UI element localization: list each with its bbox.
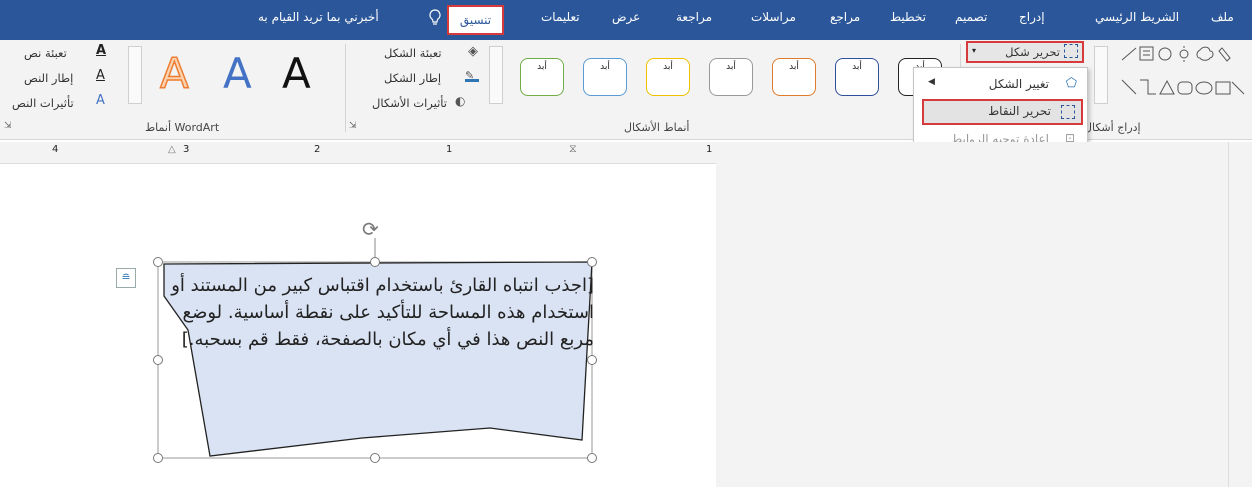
wordart-style-blue[interactable]: A bbox=[223, 50, 252, 98]
tab-review[interactable]: مراجعة bbox=[676, 10, 712, 24]
group-label-shape-styles: أنماط الأشكال bbox=[624, 121, 690, 134]
shape-style-7[interactable]: أبد bbox=[520, 58, 564, 96]
wordart-style-black[interactable]: A bbox=[282, 50, 311, 98]
tab-references[interactable]: مراجع bbox=[830, 10, 860, 24]
rotate-handle-icon[interactable]: ⟳ bbox=[362, 217, 379, 241]
resize-handle[interactable] bbox=[587, 355, 597, 365]
group-label-insert-shapes: إدراج أشكال bbox=[1084, 121, 1141, 134]
vertical-ruler[interactable] bbox=[1228, 142, 1252, 487]
shape-fill-button[interactable]: تعبئة الشكل bbox=[384, 46, 442, 60]
ruler-number: 1 bbox=[706, 144, 713, 155]
wordart-gallery-scroll[interactable] bbox=[128, 46, 142, 104]
tab-insert[interactable]: إدراج bbox=[1019, 10, 1045, 24]
chevron-down-icon: ▾ bbox=[972, 46, 977, 55]
change-shape-icon: ⬠ bbox=[1065, 76, 1077, 91]
dialog-launcher-icon[interactable]: ⇲ bbox=[4, 121, 12, 131]
menu-change-shape[interactable]: ◀ تغيير الشكل ⬠ bbox=[914, 72, 1087, 98]
edit-shape-label: تحرير شكل bbox=[1005, 45, 1060, 59]
tab-design[interactable]: تصميم bbox=[955, 10, 987, 24]
text-effects-icon: A bbox=[96, 93, 105, 108]
effects-icon: ◐ bbox=[455, 94, 466, 108]
tab-home[interactable]: الشريط الرئيسي bbox=[1095, 10, 1179, 24]
ruler-number: 4 bbox=[52, 144, 59, 155]
indent-marker[interactable]: ⧖ bbox=[569, 142, 577, 156]
menu-change-shape-label: تغيير الشكل bbox=[988, 77, 1049, 91]
resize-handle[interactable] bbox=[370, 453, 380, 463]
layout-options-icon[interactable]: ≘ bbox=[116, 268, 136, 288]
tab-format[interactable]: تنسيق bbox=[447, 5, 504, 35]
resize-handle[interactable] bbox=[153, 257, 163, 267]
lightbulb-icon bbox=[429, 9, 441, 25]
shape-effects-button[interactable]: تأثيرات الأشكال bbox=[372, 96, 447, 110]
shapes-gallery-scroll[interactable] bbox=[1094, 46, 1108, 104]
text-outline-button[interactable]: إطار النص bbox=[24, 71, 73, 85]
edit-shape-button[interactable]: تحرير شكل ▾ bbox=[966, 41, 1084, 63]
resize-handle[interactable] bbox=[153, 355, 163, 365]
shape-style-2[interactable]: أبد bbox=[835, 58, 879, 96]
shapes-gallery[interactable] bbox=[1118, 44, 1246, 110]
indent-marker[interactable]: △ bbox=[168, 144, 176, 155]
shape-style-4[interactable]: أبد bbox=[709, 58, 753, 96]
shape-outline-button[interactable]: إطار الشكل bbox=[384, 71, 441, 85]
shape-styles-gallery-scroll[interactable] bbox=[489, 46, 503, 104]
group-divider bbox=[345, 44, 346, 132]
ruler-number: 3 bbox=[183, 144, 190, 155]
edit-points-icon bbox=[1061, 105, 1075, 119]
text-fill-button[interactable]: تعبئة نص bbox=[24, 46, 67, 60]
text-fill-icon: A bbox=[96, 43, 107, 58]
ribbon-tab-bar: ملف الشريط الرئيسي إدراج تصميم تخطيط مرا… bbox=[0, 0, 1252, 40]
resize-handle[interactable] bbox=[370, 257, 380, 267]
resize-handle[interactable] bbox=[153, 453, 163, 463]
tab-mailings[interactable]: مراسلات bbox=[751, 10, 796, 24]
resize-handle[interactable] bbox=[587, 257, 597, 267]
group-label-wordart: أنماط WordArt bbox=[145, 121, 220, 134]
menu-edit-points-label: تحرير النقاط bbox=[988, 104, 1051, 118]
tab-file[interactable]: ملف bbox=[1211, 10, 1234, 24]
resize-handle[interactable] bbox=[587, 453, 597, 463]
text-outline-icon: A bbox=[96, 68, 105, 83]
ruler-number: 2 bbox=[314, 144, 321, 155]
horizontal-ruler[interactable]: 4 3 2 1 1 △ ⧖ bbox=[0, 142, 722, 164]
text-effects-button[interactable]: تأثيرات النص bbox=[12, 96, 74, 110]
shape-body-text[interactable]: [اجذب انتباه القارئ باستخدام اقتباس كبير… bbox=[166, 272, 594, 353]
pen-icon: ✎ bbox=[465, 69, 479, 82]
tell-me-search[interactable]: أخبرني بما تريد القيام به bbox=[258, 10, 379, 24]
tab-layout[interactable]: تخطيط bbox=[890, 10, 926, 24]
document-background bbox=[716, 142, 1228, 487]
shape-style-6[interactable]: أبد bbox=[583, 58, 627, 96]
paint-bucket-icon: ◈ bbox=[468, 44, 478, 59]
menu-edit-points[interactable]: تحرير النقاط bbox=[922, 99, 1083, 125]
edit-shape-icon bbox=[1064, 44, 1078, 58]
shape-style-3[interactable]: أبد bbox=[772, 58, 816, 96]
edit-shape-menu: ◀ تغيير الشكل ⬠ تحرير النقاط إعادة توجيه… bbox=[913, 67, 1088, 153]
tab-view[interactable]: عرض bbox=[612, 10, 640, 24]
tab-help[interactable]: تعليمات bbox=[541, 10, 580, 24]
wordart-style-orange[interactable]: A bbox=[159, 49, 189, 99]
chevron-left-icon: ◀ bbox=[928, 77, 935, 87]
dialog-launcher-icon[interactable]: ⇲ bbox=[349, 121, 357, 131]
ruler-number: 1 bbox=[446, 144, 453, 155]
shape-style-5[interactable]: أبد bbox=[646, 58, 690, 96]
